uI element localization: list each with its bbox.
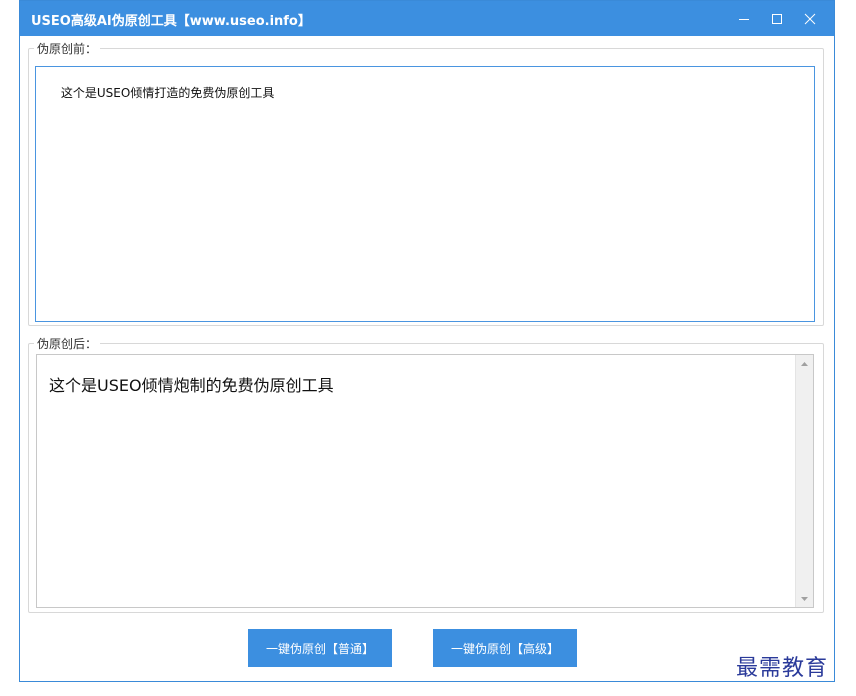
output-group-label: 伪原创后：: [34, 335, 101, 352]
output-group: 伪原创后： 这个是USEO倾情炮制的免费伪原创工具: [28, 335, 824, 613]
input-group-label: 伪原创前：: [34, 40, 101, 57]
close-icon: [804, 13, 816, 24]
result-text-output[interactable]: 这个是USEO倾情炮制的免费伪原创工具: [36, 354, 814, 608]
minimize-icon: [739, 18, 749, 20]
minimize-button[interactable]: [728, 1, 760, 36]
scroll-up-button[interactable]: [796, 355, 813, 372]
output-scrollbar[interactable]: [795, 355, 813, 607]
close-button[interactable]: [794, 1, 826, 36]
result-text-value: 这个是USEO倾情炮制的免费伪原创工具: [49, 376, 334, 395]
title-bar[interactable]: USEO高级AI伪原创工具【www.useo.info】: [20, 1, 834, 36]
maximize-button[interactable]: [761, 1, 793, 36]
maximize-icon: [772, 13, 782, 24]
rewrite-advanced-button[interactable]: 一键伪原创【高级】: [433, 629, 577, 667]
arrow-up-icon: [801, 361, 808, 366]
source-text-input[interactable]: 这个是USEO倾情打造的免费伪原创工具: [35, 66, 815, 322]
scroll-down-button[interactable]: [796, 590, 813, 607]
arrow-down-icon: [801, 596, 808, 601]
app-window: USEO高级AI伪原创工具【www.useo.info】 伪原创前： 这个是US…: [19, 0, 835, 682]
input-group: 伪原创前： 这个是USEO倾情打造的免费伪原创工具: [28, 40, 824, 326]
source-text-value: 这个是USEO倾情打造的免费伪原创工具: [60, 86, 275, 100]
watermark-text: 最需教育: [736, 656, 829, 681]
rewrite-normal-button[interactable]: 一键伪原创【普通】: [248, 629, 392, 667]
window-title: USEO高级AI伪原创工具【www.useo.info】: [31, 14, 311, 29]
